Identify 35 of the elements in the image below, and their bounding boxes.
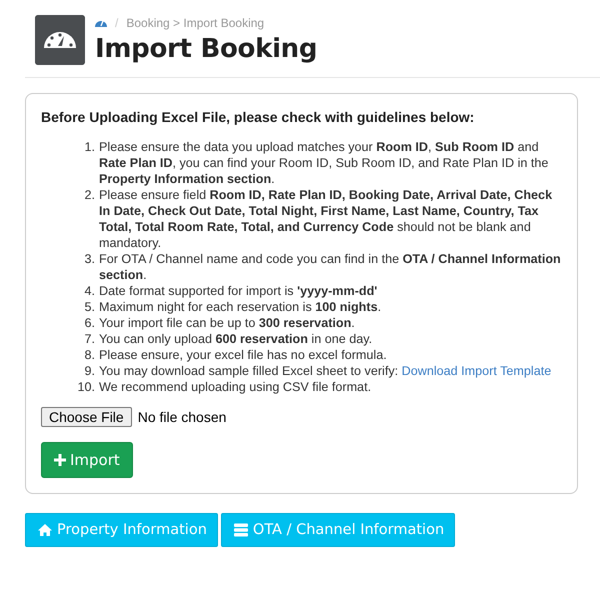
channel-information-button[interactable]: OTA / Channel Information [220,513,456,547]
home-icon [38,523,52,537]
breadcrumb[interactable]: Booking > Import Booking [126,16,264,30]
server-icon [234,523,248,537]
breadcrumb-separator: / [115,16,118,30]
guideline-item: You may download sample filled Excel sheet to verify: Download Import Template [99,363,552,379]
guideline-item: Please ensure, your excel file has no excel formula. [99,347,387,363]
property-information-button[interactable]: Property Information [25,513,218,547]
list-number: 2. [83,187,96,204]
list-number: 5. [83,299,96,315]
guideline-item: You can only upload 600 reservation in one day. [99,331,372,347]
guideline-item: Please ensure the data you upload matches your Room ID, Sub Room ID and Rate Plan ID, you can find your Room ID, Sub Room ID, and Rate Plan ID in the Property Information section. [99,139,550,187]
guideline-item: We recommend uploading using CSV file format. [99,379,372,395]
list-number: 1. [83,139,96,156]
guideline-item: Your import file can be up to 300 reservation. [99,315,355,331]
list-number: 7. [83,331,96,347]
list-number: 8. [83,347,96,363]
dashboard-icon[interactable] [95,18,107,28]
list-number: 9. [83,363,96,379]
list-number: 6. [83,315,96,331]
import-button[interactable]: Import [41,442,133,478]
file-status: No file chosen [138,409,226,425]
choose-file-button[interactable]: Choose File [41,407,132,427]
guidelines-heading: Before Uploading Excel File, please check with guidelines below: [41,109,476,125]
guideline-item: For OTA / Channel name and code you can find in the OTA / Channel Information section. [99,251,562,283]
guideline-item: Maximum night for each reservation is 100 nights. [99,299,382,315]
list-number: 10. [77,379,96,395]
plus-icon [54,454,66,466]
list-number: 4. [83,283,96,299]
download-template-link[interactable]: Download Import Template [402,364,552,378]
guideline-item: Date format supported for import is 'yyyy-mm-dd' [99,283,378,299]
dashboard-logo-icon [35,15,85,65]
list-number: 3. [83,251,96,268]
page-title: Import Booking [95,34,318,64]
guideline-item: Please ensure field Room ID, Rate Plan ID, Booking Date, Arrival Date, Check In Date, Check Out Date, Total Night, First Name, Last Name, Country, Tax Total, Total Room Rate, Total, and Currency Code should not be blank and mandatory. [99,187,554,251]
